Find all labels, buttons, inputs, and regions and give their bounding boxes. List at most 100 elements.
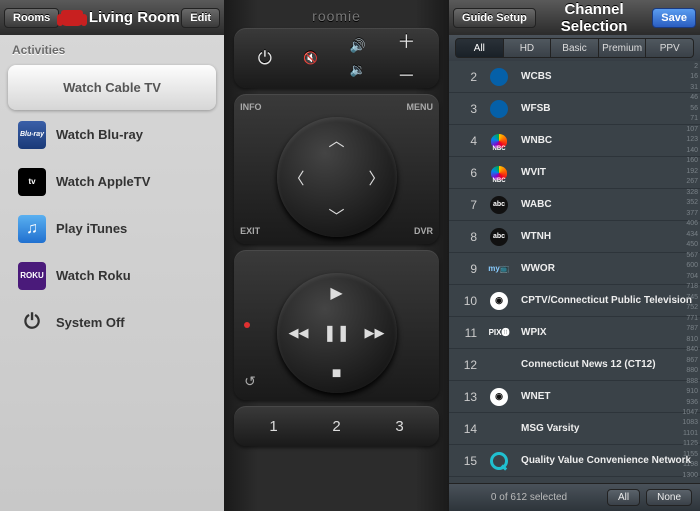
index-tick[interactable]: 810: [676, 336, 698, 345]
index-tick[interactable]: 867: [676, 357, 698, 366]
filter-premium[interactable]: Premium: [599, 38, 647, 58]
pause-icon[interactable]: ❚❚: [323, 323, 350, 343]
info-button[interactable]: INFO: [240, 102, 262, 112]
index-tick[interactable]: 1300: [676, 472, 698, 481]
index-tick[interactable]: 840: [676, 346, 698, 355]
select-all-button[interactable]: All: [607, 489, 640, 506]
left-arrow-icon[interactable]: 〈: [289, 165, 305, 189]
volume-down-icon[interactable]: 🔉: [350, 62, 366, 78]
index-tick[interactable]: 377: [676, 210, 698, 219]
filter-ppv[interactable]: PPV: [646, 38, 694, 58]
channel-row[interactable]: 3WFSB: [449, 93, 700, 125]
channel-name: WNBC: [521, 135, 692, 146]
index-tick[interactable]: 434: [676, 231, 698, 240]
index-tick[interactable]: 450: [676, 241, 698, 250]
channel-row[interactable]: 9my📺WWOR: [449, 253, 700, 285]
index-tick[interactable]: 745: [676, 294, 698, 303]
index-tick[interactable]: 107: [676, 126, 698, 135]
power-icon[interactable]: ⏻: [258, 48, 272, 69]
index-tick[interactable]: 880: [676, 367, 698, 376]
index-tick[interactable]: 888: [676, 378, 698, 387]
index-tick[interactable]: 328: [676, 189, 698, 198]
channel-row[interactable]: 13◉WNET: [449, 381, 700, 413]
activity-watch-roku[interactable]: ROKUWatch Roku: [8, 253, 216, 298]
mute-icon[interactable]: 🔇: [303, 51, 318, 65]
index-tick[interactable]: 1155: [676, 451, 698, 460]
right-arrow-icon[interactable]: 〉: [369, 165, 385, 189]
index-tick[interactable]: 771: [676, 315, 698, 324]
index-tick[interactable]: 406: [676, 220, 698, 229]
down-arrow-icon[interactable]: ﹀: [329, 203, 345, 227]
index-tick[interactable]: 56: [676, 105, 698, 114]
channel-row[interactable]: 6NBCWVIT: [449, 157, 700, 189]
rewind-icon[interactable]: ◀◀: [289, 325, 309, 341]
power-icon: [18, 309, 46, 337]
activity-play-itunes[interactable]: Play iTunes: [8, 206, 216, 251]
num-1[interactable]: 1: [269, 418, 277, 435]
index-tick[interactable]: 1198: [676, 461, 698, 470]
room-title: Living Room: [59, 9, 181, 26]
index-strip[interactable]: 216 3146 5671 107123 140160 192267 328352 37740…: [676, 63, 698, 481]
index-tick[interactable]: 1047: [676, 409, 698, 418]
activity-watch-blu-ray[interactable]: Blu-rayWatch Blu-ray: [8, 112, 216, 157]
power-vol-block: ⏻ 🔇 🔊 🔉 ＋ －: [234, 28, 439, 88]
index-tick[interactable]: 1101: [676, 430, 698, 439]
exit-button[interactable]: EXIT: [240, 226, 260, 236]
edit-button[interactable]: Edit: [181, 8, 220, 28]
dvr-button[interactable]: DVR: [414, 226, 433, 236]
channel-row[interactable]: 12Connecticut News 12 (CT12): [449, 349, 700, 381]
guide-setup-button[interactable]: Guide Setup: [453, 8, 536, 28]
activity-watch-cable-tv[interactable]: Watch Cable TV: [8, 65, 216, 110]
index-tick[interactable]: 46: [676, 94, 698, 103]
filter-basic[interactable]: Basic: [551, 38, 599, 58]
up-arrow-icon[interactable]: ︿: [329, 127, 345, 151]
play-icon[interactable]: ▶: [330, 283, 342, 303]
plus-icon[interactable]: ＋: [397, 28, 415, 54]
channel-row[interactable]: 14MSG Varsity: [449, 413, 700, 445]
menu-button[interactable]: MENU: [407, 102, 434, 112]
record-icon[interactable]: [244, 322, 250, 328]
fastforward-icon[interactable]: ▶▶: [365, 325, 385, 341]
index-tick[interactable]: 140: [676, 147, 698, 156]
index-tick[interactable]: 31: [676, 84, 698, 93]
index-tick[interactable]: 1083: [676, 419, 698, 428]
channel-row[interactable]: 10◉CPTV/Connecticut Public Television: [449, 285, 700, 317]
index-tick[interactable]: 936: [676, 399, 698, 408]
channel-row[interactable]: 11PIX⓫WPIX: [449, 317, 700, 349]
index-tick[interactable]: 787: [676, 325, 698, 334]
channel-row[interactable]: 2WCBS: [449, 61, 700, 93]
minus-icon[interactable]: －: [397, 62, 415, 88]
channel-row[interactable]: 8abcWTNH: [449, 221, 700, 253]
filter-all[interactable]: All: [455, 38, 504, 58]
replay-icon[interactable]: ↺: [244, 373, 256, 390]
index-tick[interactable]: 123: [676, 136, 698, 145]
index-tick[interactable]: 718: [676, 283, 698, 292]
index-tick[interactable]: 16: [676, 73, 698, 82]
select-none-button[interactable]: None: [646, 489, 692, 506]
index-tick[interactable]: 160: [676, 157, 698, 166]
num-3[interactable]: 3: [395, 418, 403, 435]
index-tick[interactable]: 752: [676, 304, 698, 313]
index-tick[interactable]: 267: [676, 178, 698, 187]
channel-row[interactable]: 15Quality Value Convenience Network: [449, 445, 700, 477]
activity-watch-appletv[interactable]: tvWatch AppleTV: [8, 159, 216, 204]
index-tick[interactable]: 567: [676, 252, 698, 261]
index-tick[interactable]: 1125: [676, 440, 698, 449]
index-tick[interactable]: 704: [676, 273, 698, 282]
rooms-button[interactable]: Rooms: [4, 8, 59, 28]
stop-icon[interactable]: ■: [332, 365, 342, 383]
index-tick[interactable]: 352: [676, 199, 698, 208]
index-tick[interactable]: 71: [676, 115, 698, 124]
num-2[interactable]: 2: [332, 418, 340, 435]
volume-up-icon[interactable]: 🔊: [350, 38, 366, 54]
activity-system-off[interactable]: System Off: [8, 300, 216, 345]
filter-hd[interactable]: HD: [504, 38, 552, 58]
channel-row[interactable]: 7abcWABC: [449, 189, 700, 221]
index-tick[interactable]: 600: [676, 262, 698, 271]
channel-row[interactable]: 4NBCWNBC: [449, 125, 700, 157]
index-tick[interactable]: 910: [676, 388, 698, 397]
channel-list[interactable]: 2WCBS3WFSB4NBCWNBC6NBCWVIT7abcWABC8abcWT…: [449, 61, 700, 483]
save-button[interactable]: Save: [652, 8, 696, 28]
index-tick[interactable]: 192: [676, 168, 698, 177]
index-tick[interactable]: 2: [676, 63, 698, 72]
